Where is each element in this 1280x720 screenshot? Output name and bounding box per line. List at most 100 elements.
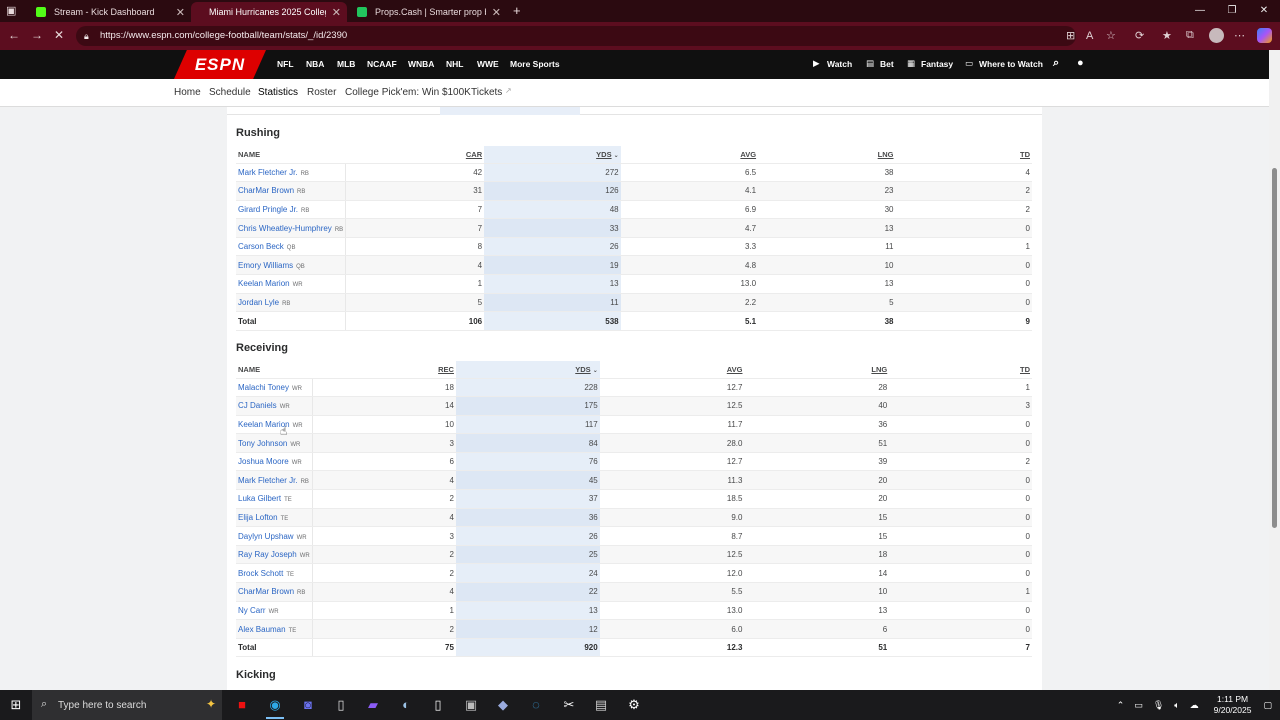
col-td[interactable]: TD xyxy=(889,361,1032,379)
tab-kick[interactable]: Stream - Kick Dashboard ✕ xyxy=(26,2,191,22)
player-name-link[interactable]: CharMar Brown xyxy=(238,186,294,195)
steam-icon[interactable]: ◐ xyxy=(397,697,415,712)
player-name-link[interactable]: Jordan Lyle xyxy=(238,298,279,307)
search-icon[interactable]: ⌕ xyxy=(1053,57,1059,70)
player-name-link[interactable]: Alex Bauman xyxy=(238,625,286,634)
url-field[interactable]: 🔒︎ https://www.espn.com/college-football… xyxy=(76,26,1116,46)
app-available-icon[interactable]: ⊞ xyxy=(1066,26,1075,46)
player-name-link[interactable]: Emory Williams xyxy=(238,261,293,270)
subnav-tickets[interactable]: Tickets xyxy=(471,87,502,98)
nav-mlb[interactable]: MLB xyxy=(337,59,355,69)
favorites-icon[interactable]: ★ xyxy=(1162,29,1172,42)
nav-nfl[interactable]: NFL xyxy=(277,59,294,69)
nav-nba[interactable]: NBA xyxy=(306,59,324,69)
tab-propscash[interactable]: Props.Cash | Smarter prop bets. M ✕ xyxy=(347,2,507,22)
capcut-icon[interactable]: ✂ xyxy=(560,697,578,713)
nav-more-sports[interactable]: More Sports xyxy=(510,59,560,69)
col-yds[interactable]: YDS ⌄ xyxy=(455,361,600,379)
subnav-home[interactable]: Home xyxy=(174,87,201,98)
nav-wwe[interactable]: WWE xyxy=(477,59,499,69)
col-avg[interactable]: AVG xyxy=(620,146,759,164)
taskbar-search[interactable]: ⌕ Type here to search ✦ xyxy=(32,690,222,720)
player-name-link[interactable]: Malachi Toney xyxy=(238,383,289,392)
extensions-icon[interactable]: ⟳ xyxy=(1135,29,1144,42)
microphone-icon[interactable]: 🎙︎ xyxy=(1153,700,1164,711)
subnav-pickem[interactable]: College Pick'em: Win $100K xyxy=(345,87,471,98)
close-tab-icon[interactable]: ✕ xyxy=(492,6,501,19)
new-tab-icon[interactable]: + xyxy=(513,3,521,18)
tab-actions-icon[interactable]: ▣ xyxy=(6,4,16,17)
player-name-link[interactable]: Luka Gilbert xyxy=(238,494,281,503)
volume-icon[interactable]: 🔈︎ xyxy=(1174,700,1179,711)
media-app-icon[interactable]: ▰ xyxy=(364,697,382,713)
close-tab-icon[interactable]: ✕ xyxy=(332,6,341,19)
favorite-star-icon[interactable]: ☆ xyxy=(1106,26,1116,46)
back-icon[interactable]: ← xyxy=(8,28,20,42)
discord-icon[interactable]: ◙ xyxy=(299,697,317,712)
copilot-icon[interactable] xyxy=(1257,28,1272,43)
player-name-link[interactable]: Tony Johnson xyxy=(238,439,287,448)
player-name-link[interactable]: Elija Lofton xyxy=(238,513,278,522)
col-yds[interactable]: YDS ⌄ xyxy=(484,146,621,164)
col-car[interactable]: CAR xyxy=(345,146,485,164)
page-scrollbar[interactable] xyxy=(1269,50,1280,690)
photos-icon[interactable]: ▣ xyxy=(462,697,480,713)
close-tab-icon[interactable]: ✕ xyxy=(176,6,185,19)
player-name-link[interactable]: Daylyn Upshaw xyxy=(238,532,294,541)
nav-nhl[interactable]: NHL xyxy=(446,59,463,69)
account-icon[interactable]: ● xyxy=(1077,57,1084,69)
subnav-roster[interactable]: Roster xyxy=(307,87,336,98)
windows-start-icon[interactable]: ⊞ xyxy=(7,697,25,713)
nav-bet[interactable]: Bet xyxy=(880,59,894,69)
player-name-link[interactable]: Carson Beck xyxy=(238,242,284,251)
player-name-link[interactable]: Joshua Moore xyxy=(238,457,289,466)
edge-browser-icon[interactable]: ◉ xyxy=(266,697,284,719)
ccleaner-icon[interactable]: ◌ xyxy=(527,697,545,712)
col-lng[interactable]: LNG xyxy=(758,146,896,164)
player-name-link[interactable]: Chris Wheatley-Humphrey xyxy=(238,224,332,233)
player-name-link[interactable]: Ny Carr xyxy=(238,606,266,615)
col-lng[interactable]: LNG xyxy=(744,361,890,379)
player-name-link[interactable]: CharMar Brown xyxy=(238,587,294,596)
taskbar-clock[interactable]: 1:11 PM 9/20/2025 xyxy=(1214,694,1252,716)
notification-icon[interactable]: ▢ xyxy=(1263,700,1272,711)
recording-app-icon[interactable]: ■ xyxy=(233,697,251,712)
nav-watch[interactable]: Watch xyxy=(827,59,852,69)
maximize-icon[interactable]: ❐ xyxy=(1216,0,1248,22)
player-name-link[interactable]: CJ Daniels xyxy=(238,401,277,410)
settings-gear-icon[interactable]: ⚙ xyxy=(625,697,643,713)
player-name-link[interactable]: Ray Ray Joseph xyxy=(238,550,297,559)
subnav-statistics[interactable]: Statistics xyxy=(258,87,298,98)
network-icon[interactable]: ▭ xyxy=(1134,700,1143,711)
col-rec[interactable]: REC xyxy=(312,361,456,379)
close-window-icon[interactable]: ✕ xyxy=(1248,0,1280,22)
document-icon[interactable]: ▯ xyxy=(429,697,447,713)
file-icon[interactable]: ▯ xyxy=(332,697,350,713)
player-name-link[interactable]: Keelan Marion xyxy=(238,279,290,288)
player-name-link[interactable]: Brock Schott xyxy=(238,569,283,578)
player-name-link[interactable]: Mark Fletcher Jr. xyxy=(238,476,298,485)
folder-app-icon[interactable]: ▤ xyxy=(592,697,610,713)
tray-chevron-icon[interactable]: ⌃ xyxy=(1117,700,1125,711)
col-avg[interactable]: AVG xyxy=(599,361,745,379)
profile-avatar[interactable] xyxy=(1209,28,1224,43)
forward-icon[interactable]: → xyxy=(31,28,43,42)
minimize-icon[interactable]: — xyxy=(1184,0,1216,22)
nav-where-to-watch[interactable]: Where to Watch xyxy=(979,59,1043,69)
notes-app-icon[interactable]: ◆ xyxy=(494,697,512,713)
nav-fantasy[interactable]: Fantasy xyxy=(921,59,953,69)
espn-logo[interactable]: ESPN xyxy=(174,50,266,79)
player-name-link[interactable]: Girard Pringle Jr. xyxy=(238,205,298,214)
more-menu-icon[interactable]: ⋯ xyxy=(1234,29,1245,42)
col-td[interactable]: TD xyxy=(895,146,1032,164)
onedrive-icon[interactable]: ☁ xyxy=(1190,700,1199,711)
subnav-schedule[interactable]: Schedule xyxy=(209,87,251,98)
tab-espn[interactable]: Miami Hurricanes 2025 College F ✕ xyxy=(191,2,347,22)
read-aloud-icon[interactable]: A xyxy=(1086,26,1093,46)
collections-icon[interactable]: ⧉ xyxy=(1186,29,1194,42)
scrollbar-thumb[interactable] xyxy=(1272,168,1277,528)
nav-ncaaf[interactable]: NCAAF xyxy=(367,59,397,69)
player-name-link[interactable]: Mark Fletcher Jr. xyxy=(238,168,298,177)
nav-wnba[interactable]: WNBA xyxy=(408,59,434,69)
loading-stop-icon[interactable]: ✕ xyxy=(54,28,64,42)
